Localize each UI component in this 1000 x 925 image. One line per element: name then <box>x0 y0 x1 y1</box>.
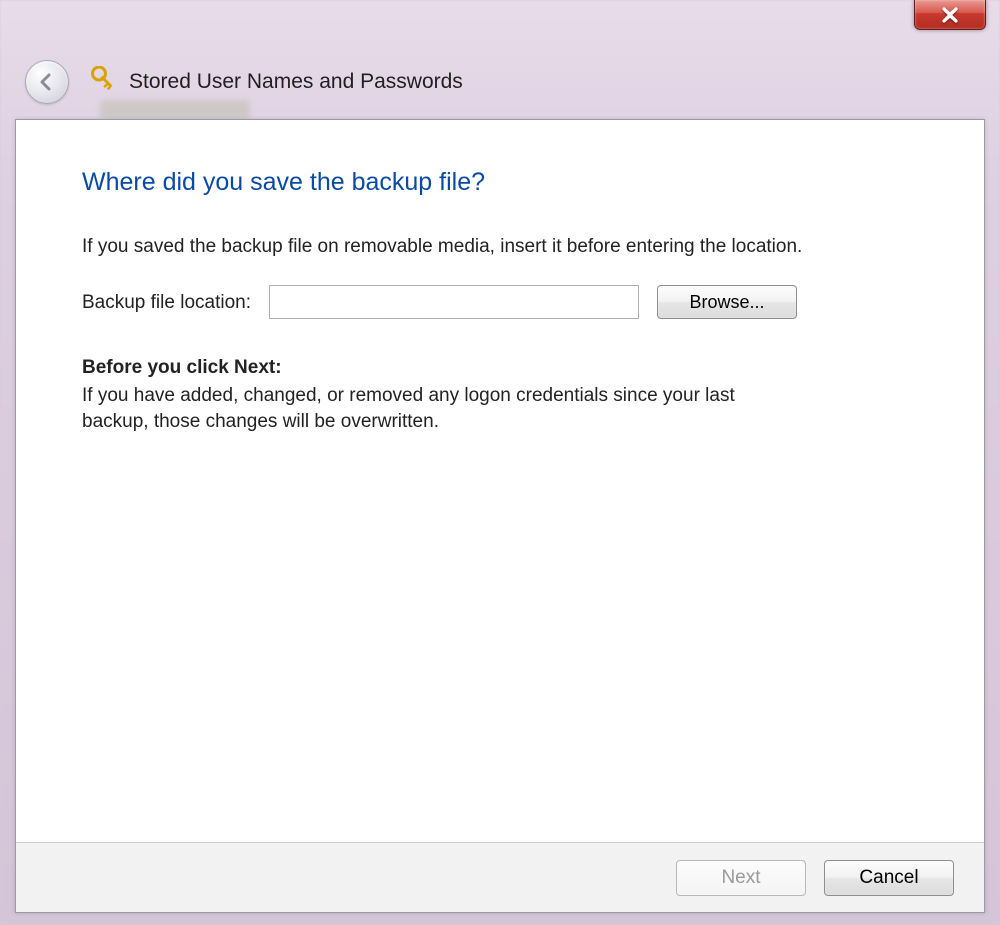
file-location-input[interactable] <box>269 285 639 319</box>
close-icon <box>940 7 960 23</box>
wizard-panel: Where did you save the backup file? If y… <box>15 119 985 913</box>
wizard-title: Stored User Names and Passwords <box>129 70 463 94</box>
cancel-button[interactable]: Cancel <box>824 860 954 896</box>
back-button[interactable] <box>25 60 69 104</box>
instruction-text: If you saved the backup file on removabl… <box>82 234 812 260</box>
page-heading: Where did you save the backup file? <box>82 166 918 200</box>
key-icon <box>83 66 115 98</box>
wizard-body: Where did you save the backup file? If y… <box>16 120 984 842</box>
before-next-heading: Before you click Next: <box>82 355 918 381</box>
next-button[interactable]: Next <box>676 860 806 896</box>
before-next-text: If you have added, changed, or removed a… <box>82 383 802 434</box>
wizard-footer: Next Cancel <box>16 842 984 912</box>
browse-button[interactable]: Browse... <box>657 285 797 319</box>
close-button[interactable] <box>914 0 986 30</box>
back-arrow-icon <box>35 70 59 94</box>
file-location-label: Backup file location: <box>82 290 251 316</box>
file-location-row: Backup file location: Browse... <box>82 285 918 319</box>
wizard-header: Stored User Names and Passwords <box>15 45 985 119</box>
